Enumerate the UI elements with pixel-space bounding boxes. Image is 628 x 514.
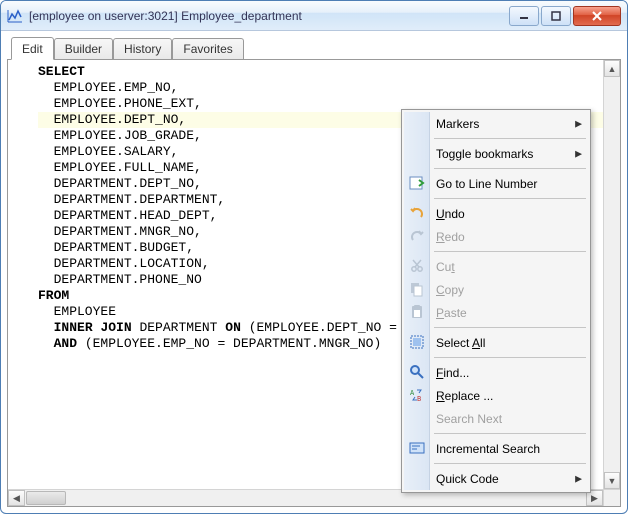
menu-item-toggle-bookmarks[interactable]: Toggle bookmarks ▶ [404, 142, 588, 165]
close-button[interactable] [573, 6, 621, 26]
find-icon [409, 364, 425, 380]
menu-item-label: Copy [436, 283, 464, 297]
menu-item-undo[interactable]: Undo [404, 202, 588, 225]
menu-separator [434, 138, 586, 139]
menu-item-label: Replace ... [436, 389, 493, 403]
menu-item-label: Undo [436, 207, 465, 221]
scroll-up-button[interactable]: ▲ [604, 60, 620, 77]
tab-favorites[interactable]: Favorites [172, 38, 243, 59]
replace-icon: AB [409, 387, 425, 403]
menu-item-label: Cut [436, 260, 455, 274]
menu-separator [434, 251, 586, 252]
vertical-scrollbar[interactable]: ▲ ▼ [603, 60, 620, 489]
menu-item-label: Redo [436, 230, 465, 244]
menu-item-label: Go to Line Number [436, 177, 537, 191]
menu-item-label: Find... [436, 366, 469, 380]
menu-item-incremental-search[interactable]: Incremental Search [404, 437, 588, 460]
menu-item-markers[interactable]: Markers ▶ [404, 112, 588, 135]
copy-icon [409, 281, 425, 297]
menu-item-label: Search Next [436, 412, 502, 426]
menu-item-copy: Copy [404, 278, 588, 301]
titlebar[interactable]: [employee on userver:3021] Employee_depa… [1, 1, 627, 31]
menu-separator [434, 198, 586, 199]
svg-text:B: B [417, 395, 421, 403]
window: [employee on userver:3021] Employee_depa… [0, 0, 628, 514]
menu-separator [434, 357, 586, 358]
menu-item-replace[interactable]: AB Replace ... [404, 384, 588, 407]
menu-separator [434, 327, 586, 328]
menu-item-label: Toggle bookmarks [436, 147, 533, 161]
tabstrip: EditBuilderHistoryFavorites [7, 37, 621, 59]
menu-item-quick-code[interactable]: Quick Code ▶ [404, 467, 588, 490]
window-title: [employee on userver:3021] Employee_depa… [29, 9, 507, 23]
menu-item-find[interactable]: Find... [404, 361, 588, 384]
app-icon [7, 8, 23, 24]
menu-item-label: Markers [436, 117, 479, 131]
maximize-button[interactable] [541, 6, 571, 26]
menu-separator [434, 433, 586, 434]
submenu-arrow-icon: ▶ [575, 118, 582, 129]
code-line[interactable]: EMPLOYEE.EMP_NO, [38, 80, 603, 96]
menu-item-label: Paste [436, 306, 467, 320]
menu-item-label: Quick Code [436, 472, 499, 486]
menu-item-cut: Cut [404, 255, 588, 278]
goto-icon [409, 175, 425, 191]
menu-item-label: Select All [436, 336, 485, 350]
menu-item-paste: Paste [404, 301, 588, 324]
menu-item-search-next: Search Next [404, 407, 588, 430]
cut-icon [409, 258, 425, 274]
menu-item-redo: Redo [404, 225, 588, 248]
submenu-arrow-icon: ▶ [575, 473, 582, 484]
paste-icon [409, 304, 425, 320]
submenu-arrow-icon: ▶ [575, 148, 582, 159]
scroll-down-button[interactable]: ▼ [604, 472, 620, 489]
minimize-button[interactable] [509, 6, 539, 26]
svg-text:A: A [410, 389, 415, 397]
tab-history[interactable]: History [113, 38, 172, 59]
scrollbar-corner [603, 489, 620, 506]
scroll-left-button[interactable]: ◀ [8, 490, 25, 506]
context-menu: Markers ▶ Toggle bookmarks ▶ Go to Line Numb… [401, 109, 591, 493]
horizontal-scroll-thumb[interactable] [26, 491, 66, 505]
menu-separator [434, 168, 586, 169]
tab-builder[interactable]: Builder [54, 38, 113, 59]
undo-icon [409, 205, 425, 221]
tab-edit[interactable]: Edit [11, 37, 54, 60]
menu-item-go-to-line-number[interactable]: Go to Line Number [404, 172, 588, 195]
window-controls [507, 6, 621, 26]
menu-item-label: Incremental Search [436, 442, 540, 456]
select-all-icon [409, 334, 425, 350]
menu-separator [434, 463, 586, 464]
incremental-search-icon [409, 440, 425, 456]
menu-item-select-all[interactable]: Select All [404, 331, 588, 354]
code-line[interactable]: SELECT [38, 64, 603, 80]
redo-icon [409, 228, 425, 244]
